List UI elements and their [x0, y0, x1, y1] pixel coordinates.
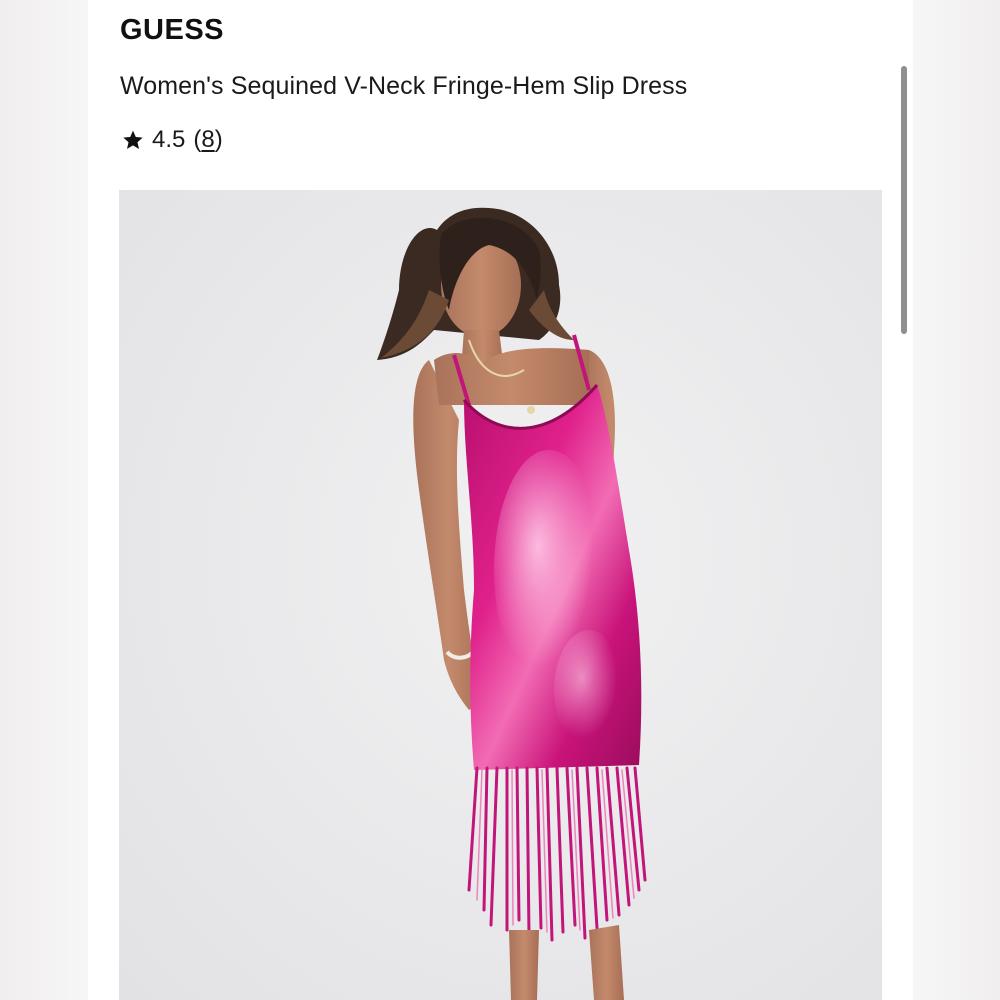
- rating-close-paren: ): [214, 126, 223, 153]
- product-card: GUESS Women's Sequined V-Neck Fringe-Hem…: [88, 0, 913, 1000]
- right-backdrop: [913, 0, 1000, 1000]
- product-rating: 4.5 ( 8 ): [122, 124, 223, 156]
- rating-open-paren: (: [193, 126, 202, 153]
- rating-value: 4.5: [152, 126, 186, 153]
- review-count-link[interactable]: 8: [201, 126, 214, 154]
- model-illustration: [377, 207, 647, 1000]
- left-backdrop: [0, 0, 88, 1000]
- vertical-scrollbar[interactable]: [901, 66, 907, 334]
- product-title: Women's Sequined V-Neck Fringe-Hem Slip …: [120, 72, 688, 100]
- product-image[interactable]: [119, 190, 882, 1000]
- brand-name[interactable]: GUESS: [120, 14, 224, 47]
- star-icon: [123, 130, 143, 149]
